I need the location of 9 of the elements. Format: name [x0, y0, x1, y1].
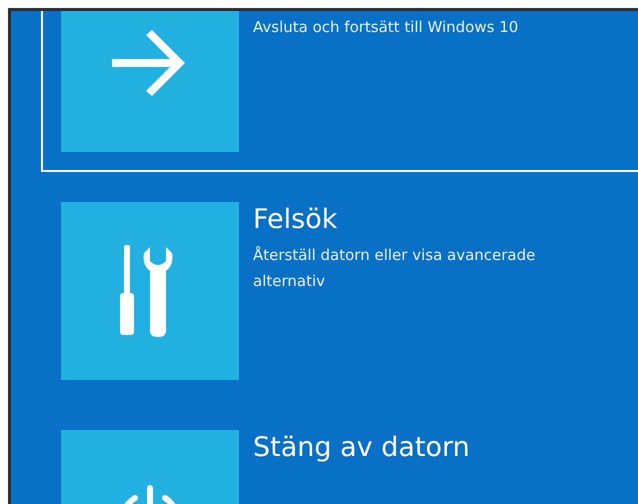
option-title: Stäng av datorn [253, 431, 470, 465]
arrow-icon [112, 30, 188, 96]
option-item[interactable]: Felsök Återställ datorn eller visa avancerade alternativ [41, 182, 638, 400]
option-description: alternativ [253, 271, 326, 292]
option-item[interactable]: Stäng av datorn [41, 410, 638, 504]
option-title: Felsök [253, 203, 338, 237]
option-item[interactable]: Avsluta och fortsätt till Windows 10 [41, 11, 638, 172]
option-description: Återställ datorn eller visa avancerade [253, 245, 536, 266]
option-description: Avsluta och fortsätt till Windows 10 [253, 17, 518, 38]
